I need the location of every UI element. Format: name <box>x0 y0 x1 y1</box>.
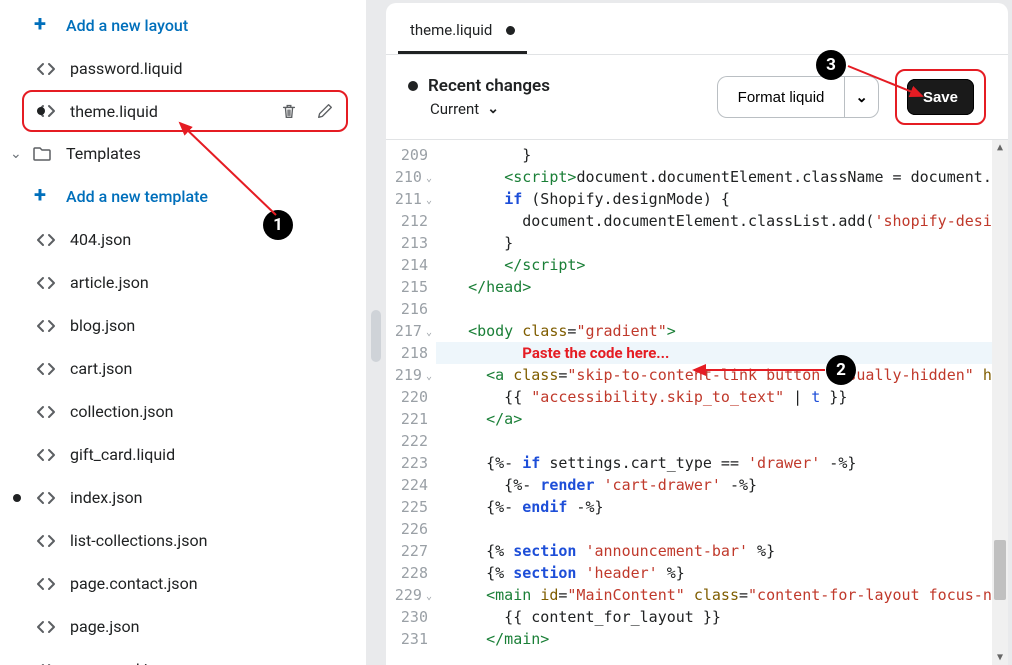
add-template-button[interactable]: + Add a new template <box>0 175 366 218</box>
file-page-contact-json[interactable]: page.contact.json <box>0 562 366 605</box>
code-icon <box>36 531 56 551</box>
file-label: page.json <box>70 617 139 636</box>
file-404-json[interactable]: 404.json <box>0 218 366 261</box>
pane-splitter[interactable] <box>366 0 386 665</box>
file-theme-liquid[interactable]: theme.liquid <box>22 90 348 132</box>
file-article-json[interactable]: article.json <box>0 261 366 304</box>
chevron-down-icon: ⌄ <box>487 101 499 117</box>
folder-label: Templates <box>66 144 141 163</box>
file-label: theme.liquid <box>70 102 158 121</box>
code-icon <box>36 402 56 422</box>
scroll-down-arrow[interactable]: ▼ <box>992 652 1008 663</box>
code-icon <box>36 488 56 508</box>
file-gift_card-liquid[interactable]: gift_card.liquid <box>0 433 366 476</box>
file-label: cart.json <box>70 359 132 378</box>
file-cart-json[interactable]: cart.json <box>0 347 366 390</box>
editor-tabbar: theme.liquid <box>386 3 1008 55</box>
scroll-up-arrow[interactable]: ▲ <box>992 142 1008 153</box>
code-lines[interactable]: } <script>document.documentElement.class… <box>436 140 992 665</box>
code-icon <box>36 316 56 336</box>
recent-changes-label: Recent changes <box>408 76 550 96</box>
unsaved-dot-icon <box>506 26 515 35</box>
editor-panel: theme.liquid Recent changes Current ⌄ Fo… <box>386 0 1012 665</box>
code-icon <box>36 445 56 465</box>
code-icon <box>36 59 56 79</box>
code-icon <box>36 660 56 665</box>
file-label: article.json <box>70 273 149 292</box>
tab-label: theme.liquid <box>410 21 492 39</box>
code-icon <box>36 273 56 293</box>
save-highlight: Save <box>895 69 986 125</box>
trash-icon[interactable] <box>280 102 302 120</box>
file-password-json[interactable]: password.json <box>0 648 366 665</box>
plus-icon: + <box>34 14 52 36</box>
add-template-label: Add a new template <box>66 187 208 206</box>
file-sidebar: + Add a new layout password.liquid theme… <box>0 0 366 665</box>
code-icon <box>36 230 56 250</box>
code-icon <box>36 574 56 594</box>
format-dropdown-button[interactable]: ⌄ <box>844 76 879 118</box>
code-editor[interactable]: 2092102112122132142152162172182192202212… <box>386 139 1008 665</box>
file-index-json[interactable]: index.json <box>0 476 366 519</box>
file-list-collections-json[interactable]: list-collections.json <box>0 519 366 562</box>
file-label: index.json <box>70 488 142 507</box>
file-label: 404.json <box>70 230 131 249</box>
code-icon <box>36 359 56 379</box>
vertical-scrollbar[interactable]: ▲ ▼ <box>992 140 1008 665</box>
add-layout-button[interactable]: + Add a new layout <box>0 4 366 47</box>
file-label: password.json <box>70 660 174 665</box>
file-blog-json[interactable]: blog.json <box>0 304 366 347</box>
save-button[interactable]: Save <box>907 79 974 115</box>
plus-icon: + <box>34 185 52 207</box>
file-label: blog.json <box>70 316 135 335</box>
version-selector[interactable]: Current ⌄ <box>408 100 550 118</box>
folder-templates[interactable]: ⌄ Templates <box>0 132 366 175</box>
format-button-group: Format liquid ⌄ <box>717 76 879 118</box>
file-page-json[interactable]: page.json <box>0 605 366 648</box>
file-label: collection.json <box>70 402 174 421</box>
code-icon <box>36 101 56 121</box>
chevron-down-icon: ⌄ <box>10 146 24 162</box>
file-label: list-collections.json <box>70 531 207 550</box>
chevron-down-icon: ⌄ <box>855 88 868 106</box>
editor-toolbar: Recent changes Current ⌄ Format liquid ⌄ <box>386 55 1008 139</box>
code-icon <box>36 617 56 637</box>
edit-icon[interactable] <box>316 102 338 120</box>
file-collection-json[interactable]: collection.json <box>0 390 366 433</box>
file-label: page.contact.json <box>70 574 198 593</box>
version-label: Current <box>430 100 479 118</box>
format-liquid-button[interactable]: Format liquid <box>717 76 845 118</box>
tab-theme-liquid[interactable]: theme.liquid <box>398 11 527 54</box>
line-gutter: 2092102112122132142152162172182192202212… <box>386 140 436 665</box>
file-password-liquid[interactable]: password.liquid <box>0 47 366 90</box>
paste-hint: Paste the code here... <box>522 344 669 362</box>
splitter-handle[interactable] <box>371 310 381 362</box>
file-label: password.liquid <box>70 59 182 78</box>
file-label: gift_card.liquid <box>70 445 175 464</box>
folder-icon <box>32 144 52 164</box>
scrollbar-thumb[interactable] <box>994 540 1006 600</box>
add-layout-label: Add a new layout <box>66 16 188 35</box>
